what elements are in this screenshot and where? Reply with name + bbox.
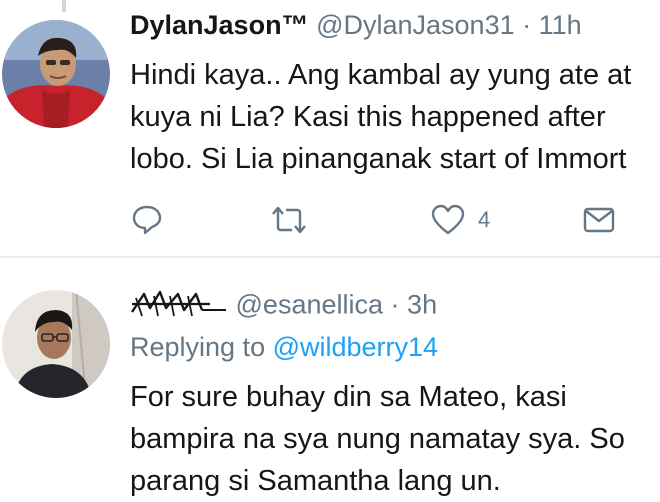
- tweet-text-line: Hindi kaya.. Ang kambal ay yung ate at: [130, 59, 632, 91]
- tweet-text-line: parang si Samantha lang un.: [130, 465, 501, 497]
- timestamp[interactable]: 3h: [407, 290, 437, 320]
- direct-message-button[interactable]: [582, 200, 616, 240]
- tweet-text-line: bampira na sya nung namatay sya. So: [130, 423, 625, 455]
- tweet[interactable]: @esanellica · 3h Replying to @wildberry1…: [0, 258, 660, 500]
- handle[interactable]: @DylanJason31: [316, 10, 515, 40]
- separator-dot: ·: [522, 10, 532, 40]
- retweet-button[interactable]: [270, 200, 308, 240]
- separator-dot: ·: [390, 289, 400, 320]
- like-count: 4: [478, 207, 491, 232]
- avatar[interactable]: [2, 290, 110, 398]
- tweet-text-line: kuya ni Lia? Kasi this happened after: [130, 101, 606, 133]
- reply-icon: [132, 205, 162, 235]
- tweet-header: DylanJason™ @DylanJason31 · 11h: [130, 10, 582, 41]
- tweet-text: For sure buhay din sa Mateo, kasi bampir…: [130, 376, 625, 502]
- tweet[interactable]: DylanJason™ @DylanJason31 · 11h Hindi ka…: [0, 0, 660, 256]
- replying-to: Replying to @wildberry14: [130, 332, 438, 363]
- retweet-icon: [272, 206, 306, 234]
- envelope-icon: [583, 207, 615, 233]
- tweet-actions: 4: [130, 200, 650, 240]
- avatar[interactable]: [2, 20, 110, 128]
- tweet-text-line: lobo. Si Lia pinanganak start of Immort: [130, 143, 627, 175]
- display-name-signature[interactable]: [130, 286, 228, 327]
- tweet-header: @esanellica · 3h: [130, 286, 437, 327]
- tweet-text-line: For sure buhay din sa Mateo, kasi: [130, 381, 567, 413]
- replying-to-link[interactable]: @wildberry14: [273, 332, 438, 362]
- reply-button[interactable]: [130, 200, 164, 240]
- handle[interactable]: @esanellica: [236, 290, 384, 320]
- timestamp[interactable]: 11h: [539, 10, 582, 40]
- tweet-text: Hindi kaya.. Ang kambal ay yung ate at k…: [130, 54, 631, 180]
- display-name[interactable]: DylanJason™: [130, 10, 309, 40]
- heart-icon: [431, 204, 465, 235]
- replying-to-prefix: Replying to: [130, 332, 266, 362]
- like-button[interactable]: 4: [430, 200, 490, 240]
